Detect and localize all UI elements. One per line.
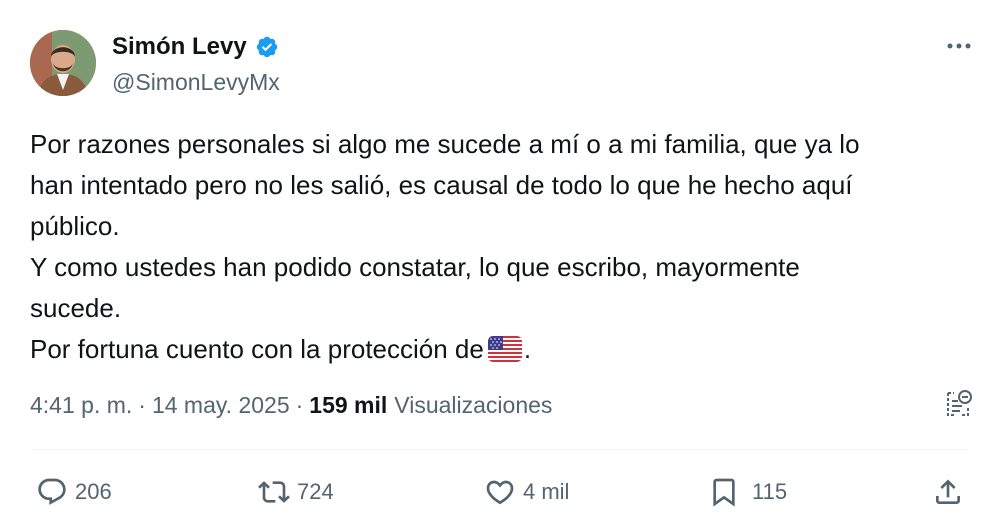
meta-separator: · bbox=[138, 392, 146, 418]
tweet-date[interactable]: 14 may. 2025 bbox=[152, 392, 290, 419]
views-label: Visualizaciones bbox=[394, 392, 553, 418]
like-count: 4 mil bbox=[523, 479, 570, 504]
bookmark-icon bbox=[713, 478, 735, 507]
tweet-line: sucede. bbox=[30, 293, 122, 323]
avatar[interactable] bbox=[30, 30, 96, 96]
share-button[interactable] bbox=[932, 470, 964, 514]
tweet-line: han intentado pero no les salió, es caus… bbox=[30, 170, 853, 200]
repost-button[interactable]: 724 bbox=[258, 470, 334, 514]
reply-button[interactable]: 206 bbox=[36, 470, 112, 514]
meta-separator: · bbox=[295, 392, 304, 418]
reply-count: 206 bbox=[75, 479, 112, 504]
more-options-icon[interactable] bbox=[944, 36, 974, 56]
tweet-text: Por razones personales si algo me sucede… bbox=[30, 124, 970, 370]
tweet-line: Por razones personales si algo me sucede… bbox=[30, 129, 860, 159]
reply-icon bbox=[38, 478, 66, 505]
heart-icon bbox=[486, 480, 514, 505]
action-bar: 206 724 4 mil 115 bbox=[0, 470, 1000, 514]
tweet-line-last: Por fortuna cuento con la protección de bbox=[30, 329, 970, 370]
author-name[interactable]: Simón Levy bbox=[112, 33, 279, 61]
tweet-line-suffix: . bbox=[523, 334, 532, 364]
repost-count: 724 bbox=[297, 479, 334, 504]
divider bbox=[30, 449, 970, 450]
us-flag-icon bbox=[487, 336, 522, 362]
verified-badge-icon bbox=[256, 36, 277, 58]
tweet-line: Y como ustedes han podido constatar, lo … bbox=[30, 252, 800, 282]
tweet-line-text: Por fortuna cuento con la protección de bbox=[30, 334, 484, 364]
bookmark-button[interactable]: 115 bbox=[708, 470, 787, 514]
tweet-meta: 4:41 p. m. · 14 may. 2025 · 159 mil Visu… bbox=[30, 392, 552, 419]
share-icon bbox=[936, 479, 960, 504]
views-count: 159 mil bbox=[309, 392, 388, 418]
author-handle[interactable]: @SimonLevyMx bbox=[112, 69, 280, 96]
community-notes-icon[interactable] bbox=[942, 388, 974, 420]
avatar-image bbox=[30, 30, 96, 96]
tweet-time[interactable]: 4:41 p. m. bbox=[30, 392, 132, 419]
author-name-text: Simón Levy bbox=[112, 33, 247, 60]
bookmark-count: 115 bbox=[752, 479, 788, 504]
tweet-line: público. bbox=[30, 211, 120, 241]
repost-icon bbox=[258, 481, 290, 503]
like-button[interactable]: 4 mil bbox=[484, 470, 569, 514]
